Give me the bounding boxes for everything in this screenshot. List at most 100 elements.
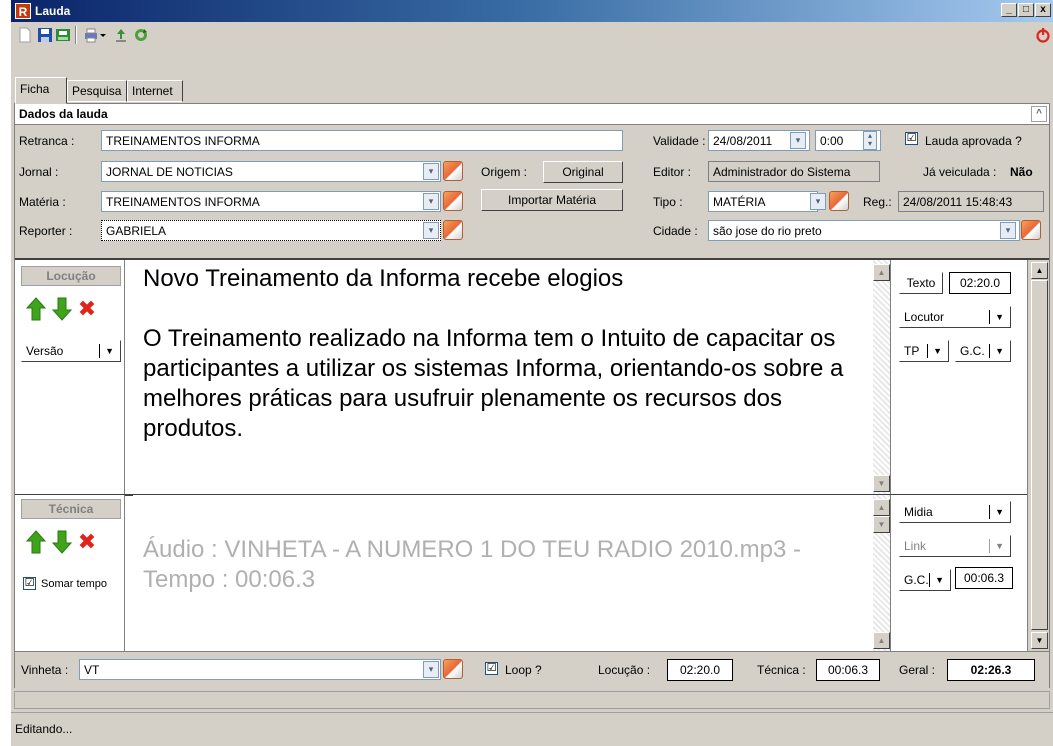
locutor-label: Locutor	[904, 310, 945, 324]
move-down-icon[interactable]	[51, 529, 73, 555]
tab-internet[interactable]: Internet	[127, 80, 183, 102]
ja-veiculada-label: Já veiculada :	[923, 165, 997, 179]
versao-combo[interactable]: Versão ▼	[21, 340, 121, 362]
validade-label: Validade :	[653, 134, 706, 148]
vinheta-clear-icon[interactable]	[443, 659, 463, 679]
lauda-aprovada-label: Lauda aprovada ?	[925, 134, 1022, 148]
delete-icon[interactable]: ✖	[77, 298, 97, 320]
date-dropdown-icon[interactable]: ▾	[790, 132, 806, 149]
validade-date: 24/08/2011	[713, 134, 773, 148]
toolbar	[11, 22, 1053, 48]
jornal-dropdown-icon[interactable]: ▾	[423, 163, 439, 180]
delete-icon[interactable]: ✖	[77, 531, 97, 553]
reporter-field[interactable]: GABRIELA	[101, 220, 441, 241]
collapse-button[interactable]: ^	[1031, 106, 1047, 122]
locucao-total-time: 02:20.0	[667, 659, 733, 681]
scroll-up-icon[interactable]: ▲	[1031, 262, 1048, 279]
tecnica-controls: Midia ▼ Link ▼ G.C. ▼ 00:06.3	[890, 495, 1027, 651]
materia-dropdown-icon[interactable]: ▾	[423, 193, 439, 210]
new-icon[interactable]	[17, 27, 33, 43]
locucao-text[interactable]: Novo Treinamento da Informa recebe elogi…	[133, 260, 873, 494]
loop-checkbox[interactable]: ☑	[485, 662, 498, 675]
midia-dropdown-icon: ▼	[995, 507, 1004, 517]
locucao-sidebar: Locução ✖ Versão ▼	[15, 260, 125, 494]
move-down-icon[interactable]	[51, 296, 73, 322]
ja-veiculada-value: Não	[1010, 165, 1033, 179]
tp-combo[interactable]: TP ▼	[899, 340, 949, 362]
horizontal-scrollbar[interactable]	[14, 691, 1050, 709]
reporter-dropdown-icon[interactable]: ▾	[423, 222, 439, 239]
origem-label: Origem :	[481, 165, 528, 179]
close-button[interactable]: x	[1035, 3, 1051, 17]
save-print-icon[interactable]	[55, 27, 71, 43]
importar-materia-button[interactable]: Importar Matéria	[481, 189, 623, 211]
save-icon[interactable]	[37, 27, 53, 43]
tipo-field[interactable]: MATÉRIA	[708, 191, 818, 212]
jornal-field[interactable]: JORNAL DE NOTICIAS	[101, 161, 441, 182]
tab-ficha[interactable]: Ficha	[15, 77, 67, 104]
gc-time: 00:06.3	[955, 567, 1013, 589]
gc-combo[interactable]: G.C. ▼	[899, 569, 951, 591]
vinheta-dropdown-icon[interactable]: ▾	[423, 661, 439, 678]
jornal-clear-icon[interactable]	[443, 161, 463, 181]
editor-field: Administrador do Sistema	[708, 161, 880, 182]
locutor-dropdown-icon: ▼	[995, 312, 1004, 322]
scroll-thumb[interactable]	[1031, 280, 1048, 630]
scroll-down-icon[interactable]: ▼	[873, 516, 890, 533]
time-spin-icon[interactable]: ▴ ▾	[863, 131, 877, 150]
refresh-icon[interactable]	[133, 27, 149, 43]
materia-clear-icon[interactable]	[443, 191, 463, 211]
vinheta-field[interactable]: VT	[79, 659, 441, 680]
reporter-label: Reporter :	[19, 224, 73, 238]
tipo-dropdown-icon[interactable]: ▾	[810, 193, 826, 210]
scroll-up-icon[interactable]: ▲	[873, 632, 890, 649]
locutor-combo[interactable]: Locutor ▼	[899, 306, 1011, 328]
validade-time: 0:00	[820, 134, 844, 148]
versao-label: Versão	[26, 344, 64, 358]
retranca-field[interactable]: TREINAMENTOS INFORMA	[101, 130, 623, 151]
materia-field[interactable]: TREINAMENTOS INFORMA	[101, 191, 441, 212]
retranca-label: Retranca :	[19, 134, 75, 148]
status-bar: Editando...	[11, 712, 1053, 746]
loop-label: Loop ?	[505, 663, 542, 677]
texto-button[interactable]: Texto	[899, 272, 943, 294]
printer-dropdown-icon[interactable]	[99, 27, 107, 43]
lauda-aprovada-checkbox[interactable]: ☑	[905, 132, 918, 145]
scroll-down-icon[interactable]: ▼	[1031, 632, 1048, 649]
power-icon[interactable]	[1035, 27, 1051, 43]
gc-combo[interactable]: G.C. ▼	[955, 340, 1011, 362]
print-icon[interactable]	[83, 27, 99, 43]
cidade-clear-icon[interactable]	[1021, 220, 1041, 240]
link-combo[interactable]: Link ▼	[899, 535, 1011, 557]
vinheta-label: Vinheta :	[21, 663, 69, 677]
scroll-up-icon[interactable]: ▲	[873, 499, 890, 516]
midia-label: Midia	[904, 505, 933, 519]
scroll-up-icon[interactable]: ▲	[873, 264, 890, 281]
somar-tempo-checkbox[interactable]: ☑	[23, 577, 36, 590]
locucao-body: O Treinamento realizado na Informa tem o…	[143, 325, 844, 442]
locucao-scrollbar[interactable]: ▲ ▼	[873, 260, 890, 494]
cidade-field[interactable]: são jose do rio preto	[708, 220, 1020, 241]
app-icon: R	[15, 3, 31, 19]
origem-button[interactable]: Original	[543, 161, 623, 183]
minimize-button[interactable]: _	[1001, 3, 1017, 17]
move-up-icon[interactable]	[25, 529, 47, 555]
maximize-button[interactable]: □	[1018, 3, 1034, 17]
midia-combo[interactable]: Midia ▼	[899, 501, 1011, 523]
cidade-dropdown-icon[interactable]: ▾	[1000, 222, 1016, 239]
tipo-clear-icon[interactable]	[829, 191, 849, 211]
locucao-headline: Novo Treinamento da Informa recebe elogi…	[143, 265, 624, 292]
outer-scrollbar[interactable]: ▲ ▼	[1027, 260, 1049, 651]
tecnica-scrollbar[interactable]: ▲ ▼ ▲	[873, 495, 890, 651]
tab-pesquisa[interactable]: Pesquisa	[67, 80, 127, 102]
gc-label: G.C.	[960, 344, 985, 358]
tecnica-text[interactable]: Áudio : VINHETA - A NUMERO 1 DO TEU RADI…	[133, 495, 873, 651]
ficha-panel: Dados da lauda ^ Retranca : TREINAMENTOS…	[14, 103, 1050, 688]
upload-icon[interactable]	[113, 27, 129, 43]
reporter-clear-icon[interactable]	[443, 220, 463, 240]
scroll-down-icon[interactable]: ▼	[873, 475, 890, 492]
cidade-label: Cidade :	[653, 224, 698, 238]
move-up-icon[interactable]	[25, 296, 47, 322]
gc-label: G.C.	[904, 573, 929, 587]
editor-label: Editor :	[653, 165, 692, 179]
